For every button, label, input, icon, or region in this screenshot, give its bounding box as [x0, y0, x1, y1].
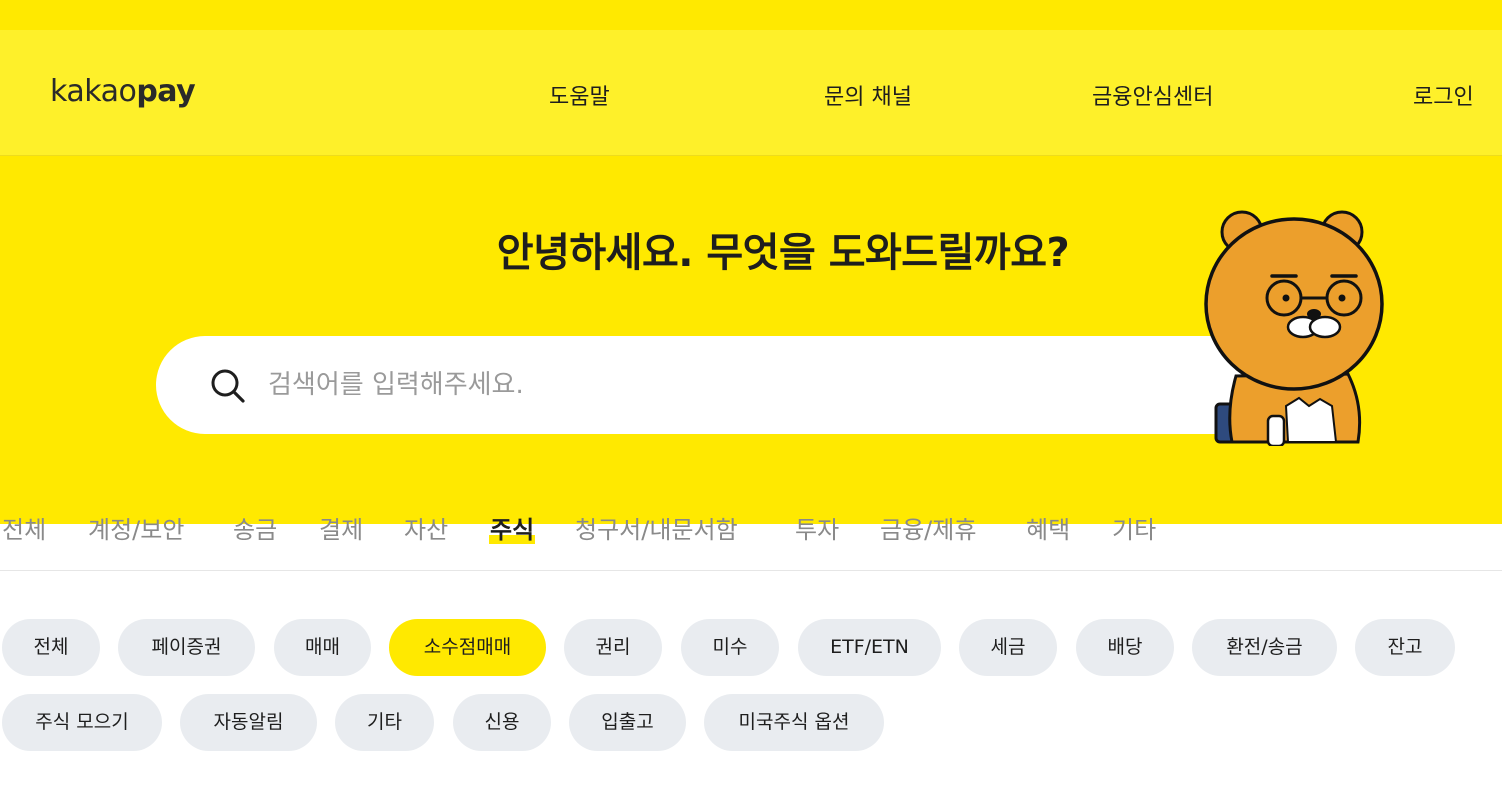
tab-stocks[interactable]: 주식 — [489, 510, 536, 545]
nav-inquiry-channel[interactable]: 문의 채널 — [824, 79, 912, 111]
chip-all[interactable]: 전체 — [2, 619, 100, 676]
search-icon[interactable] — [208, 366, 248, 406]
tab-all[interactable]: 전체 — [2, 510, 46, 545]
kakaopay-logo[interactable]: kakaopay — [50, 74, 196, 109]
chip-tax[interactable]: 세금 — [959, 619, 1057, 676]
nav-help[interactable]: 도움말 — [549, 79, 610, 111]
chip-balance[interactable]: 잔고 — [1355, 619, 1455, 676]
chip-auto-alert[interactable]: 자동알림 — [180, 694, 317, 751]
chip-pay-securities[interactable]: 페이증권 — [118, 619, 255, 676]
chip-credit[interactable]: 신용 — [453, 694, 551, 751]
tab-account-security[interactable]: 계정/보안 — [88, 510, 184, 545]
search-box[interactable] — [156, 336, 1306, 434]
logo-text-pay: pay — [136, 74, 196, 109]
tab-benefits[interactable]: 혜택 — [1026, 510, 1070, 545]
chip-etc[interactable]: 기타 — [335, 694, 434, 751]
tab-stocks-label: 주식 — [489, 516, 536, 544]
tab-finance-partnership[interactable]: 금융/제휴 — [880, 510, 976, 545]
chip-dividend[interactable]: 배당 — [1076, 619, 1174, 676]
tab-investment[interactable]: 투자 — [795, 510, 839, 545]
nav-financial-safety-center[interactable]: 금융안심센터 — [1092, 79, 1213, 111]
ryan-mascot-illustration — [1204, 210, 1384, 446]
chip-stock-saving[interactable]: 주식 모으기 — [2, 694, 162, 751]
chip-exchange-transfer[interactable]: 환전/송금 — [1192, 619, 1337, 676]
tab-bills-documents[interactable]: 청구서/내문서함 — [575, 510, 738, 545]
tab-payment[interactable]: 결제 — [319, 510, 363, 545]
search-input[interactable] — [268, 363, 1168, 407]
chip-rights[interactable]: 권리 — [564, 619, 662, 676]
tab-etc[interactable]: 기타 — [1112, 510, 1156, 545]
chip-fractional-trading[interactable]: 소수점매매 — [389, 619, 546, 676]
chip-unpaid[interactable]: 미수 — [681, 619, 779, 676]
tab-transfer[interactable]: 송금 — [233, 510, 277, 545]
category-tabs: 전체 계정/보안 송금 결제 자산 주식 청구서/내문서함 투자 금융/제휴 혜… — [0, 505, 1502, 571]
chip-deposit-withdrawal[interactable]: 입출고 — [569, 694, 686, 751]
chip-etf-etn[interactable]: ETF/ETN — [798, 619, 941, 676]
chip-trading[interactable]: 매매 — [274, 619, 371, 676]
chip-us-stock-options[interactable]: 미국주식 옵션 — [704, 694, 884, 751]
header: kakaopay 도움말 문의 채널 금융안심센터 로그인 — [0, 30, 1502, 156]
logo-text-kakao: kakao — [50, 74, 137, 109]
nav-login[interactable]: 로그인 — [1413, 79, 1474, 111]
tab-assets[interactable]: 자산 — [404, 510, 448, 545]
top-strip — [0, 0, 1502, 30]
